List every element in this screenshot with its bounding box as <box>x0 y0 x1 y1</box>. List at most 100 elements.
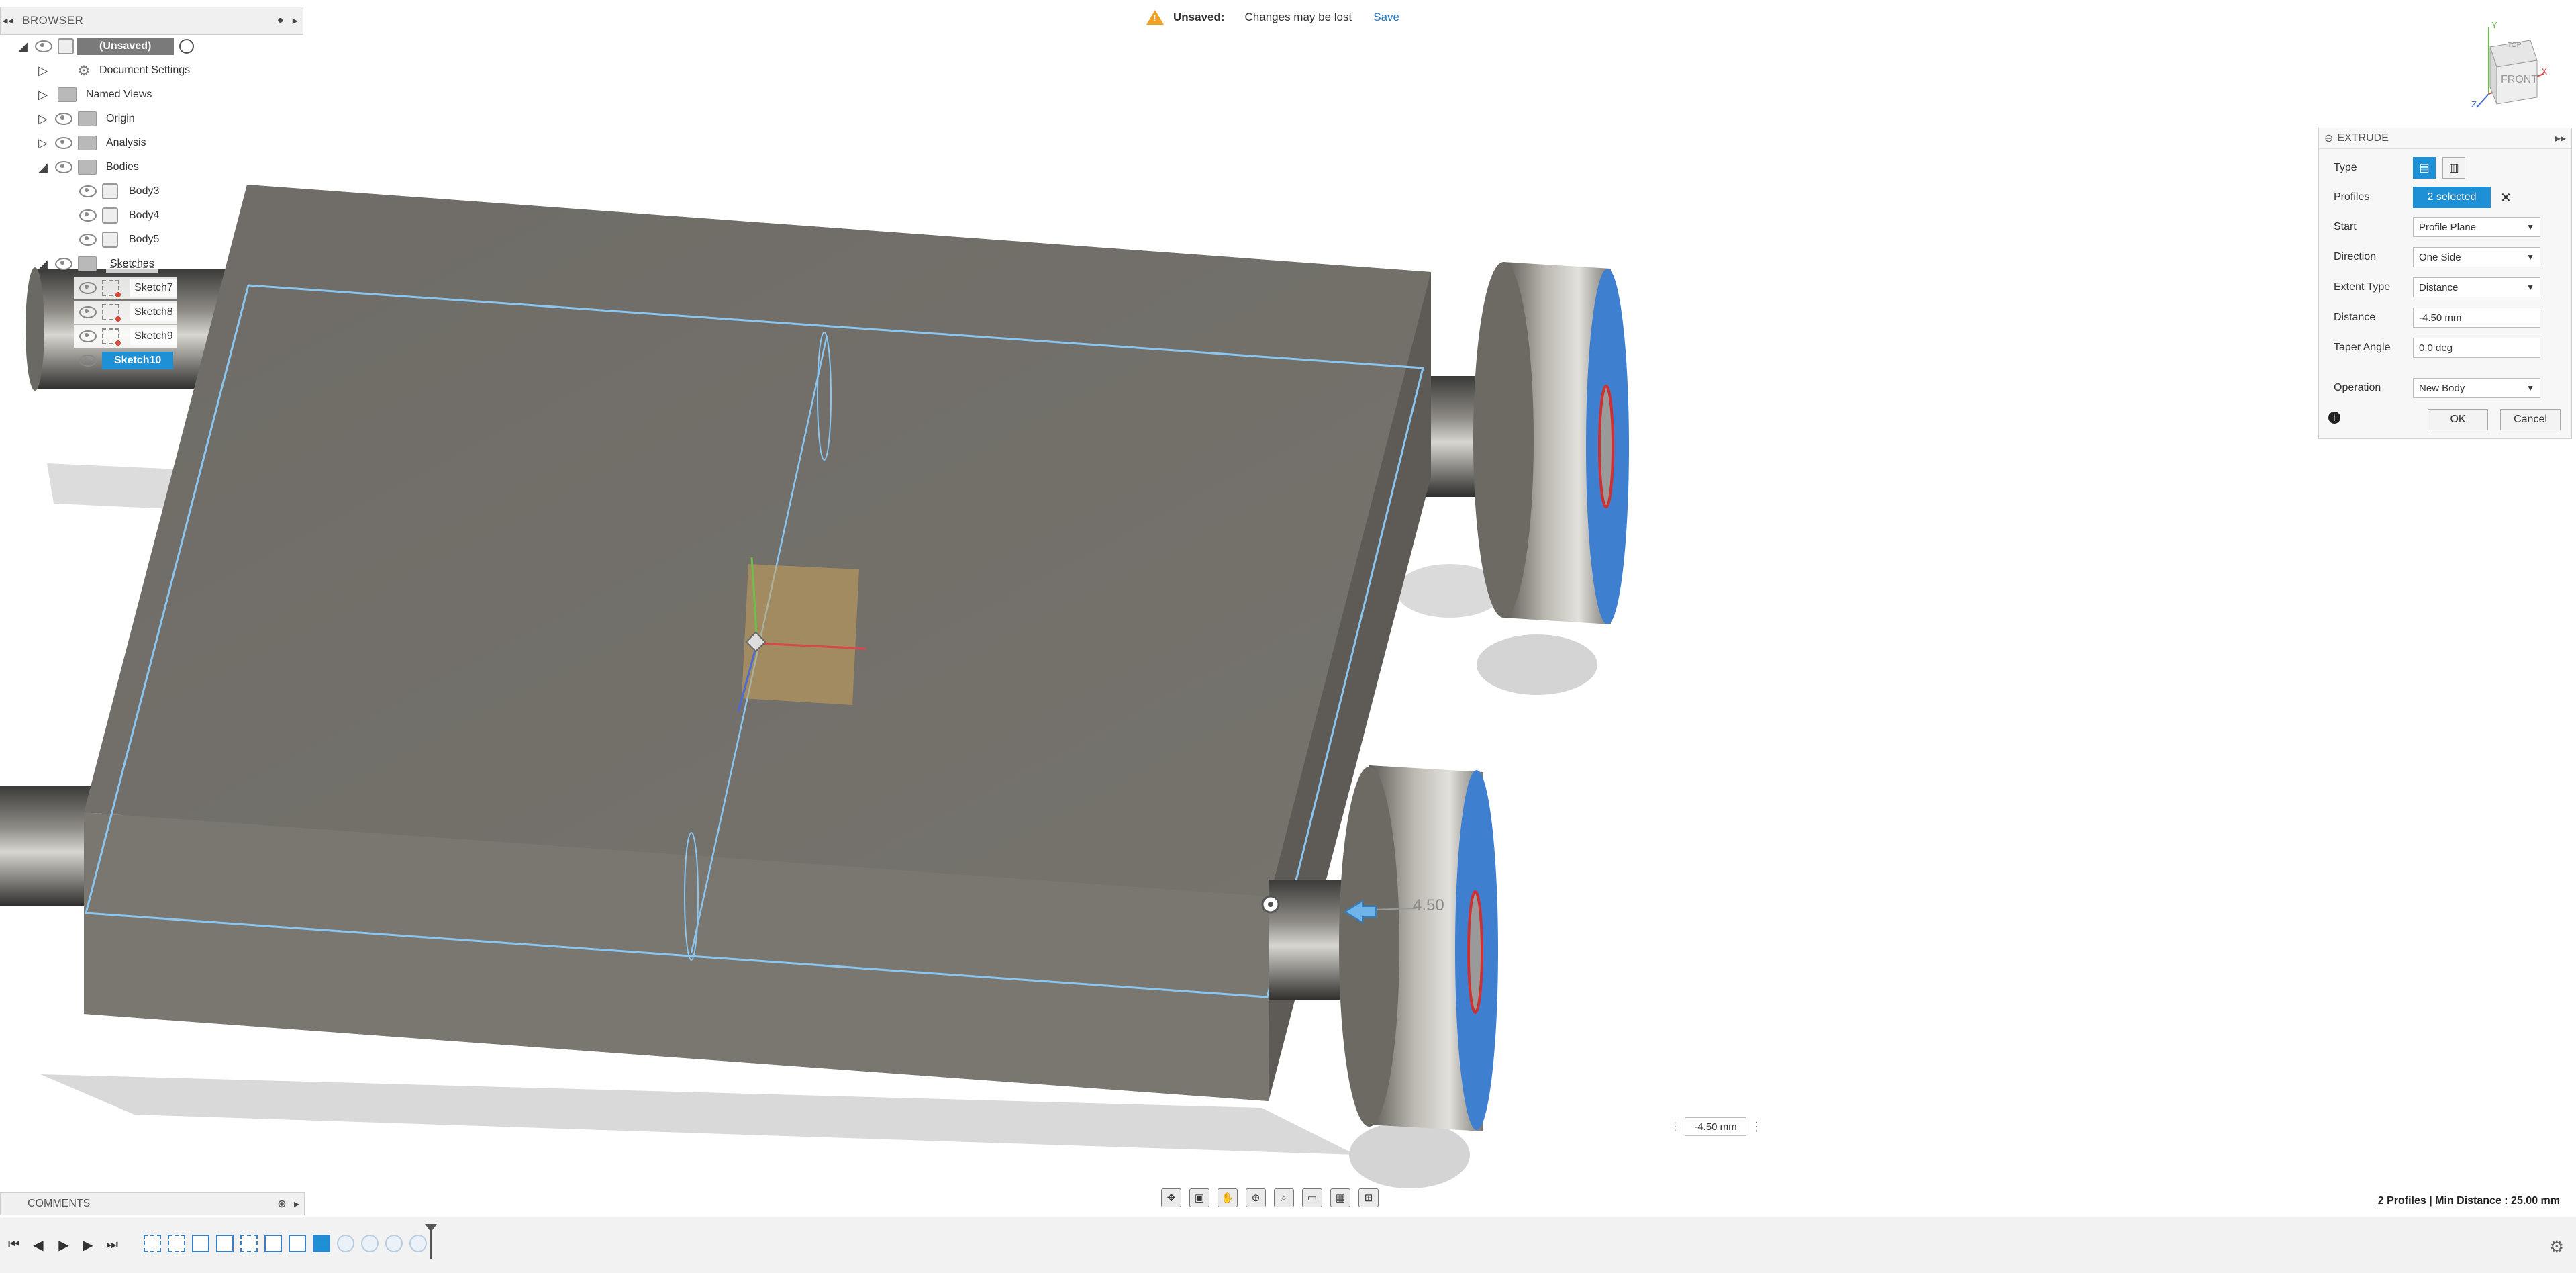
body-icon <box>102 183 118 199</box>
extent-type-dropdown[interactable]: Distance ▼ <box>2413 277 2540 297</box>
tree-item-body3[interactable]: Body3 <box>74 180 159 203</box>
expand-triangle-icon[interactable]: ▷ <box>36 112 50 126</box>
collapse-triangle-icon[interactable]: ◢ <box>36 257 50 271</box>
collapse-icon[interactable]: ◂◂ <box>1 13 15 28</box>
comments-panel[interactable]: COMMENTS ⊕ ▸ <box>0 1192 305 1215</box>
extrude-panel: ⊖ EXTRUDE ▸▸ Type ▤ ▥ Profiles 2 selecte… <box>2318 128 2572 439</box>
document-icon <box>58 38 74 54</box>
expand-panel-icon[interactable]: ▸▸ <box>2555 132 2566 145</box>
tree-item-body5[interactable]: Body5 <box>74 228 159 251</box>
distance-value-box[interactable]: -4.50 mm <box>1685 1117 1746 1136</box>
timeline-future-feature-icon[interactable] <box>361 1235 379 1252</box>
tree-item-sketch10[interactable]: Sketch10 <box>74 349 174 372</box>
timeline-future-feature-icon[interactable] <box>385 1235 403 1252</box>
tree-item-sketch8[interactable]: Sketch8 <box>74 301 177 324</box>
3d-viewport[interactable]: 4.50 <box>0 0 2576 1212</box>
taper-angle-input[interactable]: 0.0 deg <box>2413 338 2540 358</box>
document-name[interactable]: (Unsaved) <box>77 38 175 55</box>
timeline-marker[interactable] <box>425 1224 437 1259</box>
save-link[interactable]: Save <box>1373 11 1399 24</box>
extrude-type-solid-icon[interactable]: ▤ <box>2413 157 2436 179</box>
taper-angle-row: Taper Angle 0.0 deg <box>2334 336 2562 359</box>
expand-triangle-icon[interactable]: ▷ <box>36 136 50 150</box>
play-icon[interactable]: ▶ <box>56 1237 71 1253</box>
direction-dropdown[interactable]: One Side ▼ <box>2413 247 2540 267</box>
ok-button[interactable]: OK <box>2428 409 2488 430</box>
fit-icon[interactable]: ⌕ <box>1274 1188 1294 1207</box>
activate-icon[interactable] <box>179 39 195 54</box>
notice-message: Changes may be lost <box>1244 11 1352 23</box>
pin-icon[interactable]: ● <box>273 13 288 28</box>
timeline-extrude-icon[interactable] <box>289 1235 306 1252</box>
tree-root[interactable]: ◢ (Unsaved) <box>16 35 195 58</box>
extent-type-label: Extent Type <box>2334 281 2391 293</box>
sketch-icon <box>102 328 121 346</box>
gear-icon[interactable]: ⚙ <box>2549 1237 2564 1257</box>
operation-dropdown[interactable]: New Body ▼ <box>2413 378 2540 398</box>
orbit-icon[interactable]: ✥ <box>1161 1188 1181 1207</box>
eye-icon[interactable] <box>55 161 72 173</box>
viewports-icon[interactable]: ⊞ <box>1358 1188 1379 1207</box>
expand-triangle-icon[interactable]: ▷ <box>36 64 50 77</box>
expand-icon[interactable]: ▸ <box>289 1196 304 1211</box>
timeline-sketch-icon[interactable] <box>168 1235 185 1252</box>
info-icon[interactable]: i <box>2328 412 2340 424</box>
eye-icon[interactable] <box>79 306 97 318</box>
view-cube[interactable]: TOP FRONT Y X Z <box>2470 20 2550 114</box>
eye-icon[interactable] <box>79 185 97 197</box>
viewcube-face-label[interactable]: FRONT <box>2501 74 2538 86</box>
eye-icon[interactable] <box>55 113 72 125</box>
go-to-end-icon[interactable]: ⏭ <box>105 1237 119 1252</box>
cancel-button[interactable]: Cancel <box>2500 409 2561 430</box>
eye-icon[interactable] <box>79 330 97 342</box>
tree-item-document-settings[interactable]: ▷ ⚙ Document Settings <box>36 59 190 82</box>
grid-settings-icon[interactable]: ▦ <box>1330 1188 1350 1207</box>
collapse-triangle-icon[interactable]: ◢ <box>36 160 50 174</box>
eye-icon[interactable] <box>79 209 97 222</box>
go-to-start-icon[interactable]: ⏮ <box>7 1237 21 1252</box>
expand-triangle-icon[interactable]: ▷ <box>36 88 50 101</box>
viewcube-top-label[interactable]: TOP <box>2508 42 2521 49</box>
collapse-triangle-icon[interactable]: ◢ <box>16 40 30 53</box>
timeline-sketch-icon[interactable] <box>240 1235 258 1252</box>
tree-item-sketch7[interactable]: Sketch7 <box>74 277 177 299</box>
tree-item-sketch9[interactable]: Sketch9 <box>74 325 177 348</box>
tree-item-bodies[interactable]: ◢ Bodies <box>36 156 139 179</box>
tree-item-analysis[interactable]: ▷ Analysis <box>36 132 146 154</box>
tree-item-body4[interactable]: Body4 <box>74 204 159 227</box>
timeline-extrude-icon[interactable] <box>192 1235 209 1252</box>
start-dropdown[interactable]: Profile Plane ▼ <box>2413 217 2540 237</box>
timeline-active-sketch-icon[interactable] <box>313 1235 330 1252</box>
eye-icon[interactable] <box>35 40 52 52</box>
eye-icon[interactable] <box>79 234 97 246</box>
folder-icon <box>78 111 97 126</box>
eye-icon[interactable] <box>79 355 97 367</box>
eye-icon[interactable] <box>55 258 72 270</box>
more-options-icon[interactable]: ⋮ <box>1750 1120 1763 1134</box>
timeline-extrude-icon[interactable] <box>216 1235 234 1252</box>
tree-item-named-views[interactable]: ▷ Named Views <box>36 83 152 106</box>
display-settings-icon[interactable]: ▭ <box>1302 1188 1322 1207</box>
timeline-sketch-icon[interactable] <box>144 1235 161 1252</box>
drag-handle-icon[interactable]: ⋮ <box>1670 1120 1681 1133</box>
step-back-icon[interactable]: ◀ <box>31 1237 46 1253</box>
close-icon[interactable]: ✕ <box>2500 189 2512 206</box>
expand-icon[interactable]: ▸ <box>288 13 303 28</box>
unsaved-notice: ! Unsaved: Changes may be lost Save <box>1146 5 1399 30</box>
eye-icon[interactable] <box>79 282 97 294</box>
distance-input[interactable]: -4.50 mm <box>2413 308 2540 328</box>
eye-icon[interactable] <box>55 137 72 149</box>
step-forward-icon[interactable]: ▶ <box>81 1237 95 1253</box>
tree-item-sketches[interactable]: ◢ Sketches <box>36 252 158 275</box>
tree-item-origin[interactable]: ▷ Origin <box>36 107 135 130</box>
timeline-extrude-icon[interactable] <box>264 1235 282 1252</box>
pan-icon[interactable]: ✋ <box>1218 1188 1238 1207</box>
distance-value-input[interactable]: ⋮ -4.50 mm ⋮ <box>1670 1116 1771 1137</box>
timeline-future-feature-icon[interactable] <box>337 1235 354 1252</box>
timeline-future-feature-icon[interactable] <box>409 1235 427 1252</box>
extrude-type-thin-icon[interactable]: ▥ <box>2442 157 2465 179</box>
profiles-select-button[interactable]: 2 selected <box>2413 187 2491 208</box>
zoom-icon[interactable]: ⊕ <box>1246 1188 1266 1207</box>
add-comment-icon[interactable]: ⊕ <box>275 1196 289 1211</box>
look-at-icon[interactable]: ▣ <box>1189 1188 1209 1207</box>
